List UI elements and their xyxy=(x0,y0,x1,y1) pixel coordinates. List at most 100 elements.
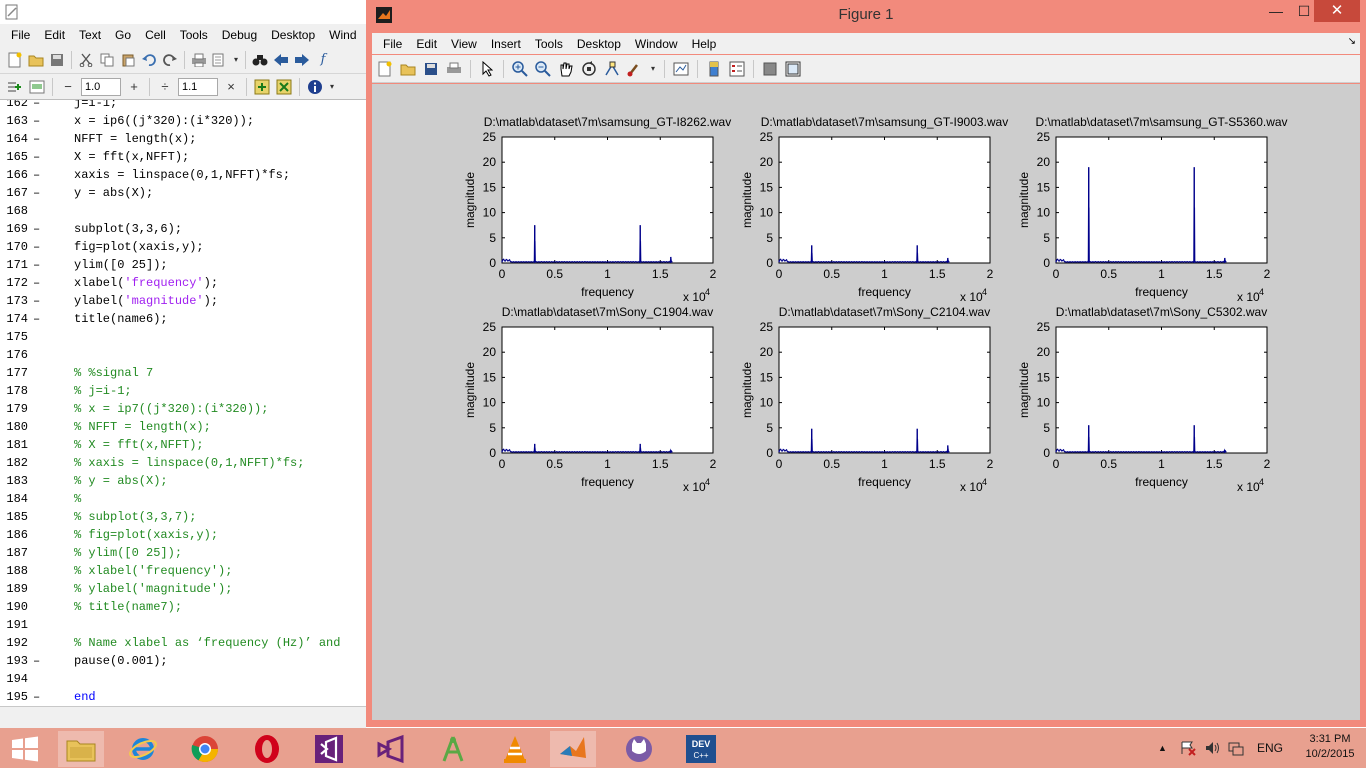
code-line[interactable]: 192 % Name xlabel as ‘frequency (Hz)’ and xyxy=(0,634,366,652)
matlab-icon[interactable] xyxy=(550,731,596,767)
code-line[interactable]: 174– title(name6); xyxy=(0,310,366,328)
editor-menu-text[interactable]: Text xyxy=(72,24,108,46)
save-icon[interactable] xyxy=(48,51,66,69)
code-line[interactable]: 187 % ylim([0 25]); xyxy=(0,544,366,562)
breakpoint-marker[interactable]: – xyxy=(33,166,40,184)
breakpoint-marker[interactable]: – xyxy=(33,220,40,238)
legend-icon[interactable] xyxy=(728,60,746,78)
code-line[interactable]: 178 % j=i-1; xyxy=(0,382,366,400)
code-line[interactable]: 180 % NFFT = length(x); xyxy=(0,418,366,436)
figure-menu-desktop[interactable]: Desktop xyxy=(570,33,628,55)
minus-icon[interactable]: − xyxy=(59,78,77,96)
figure-menu-help[interactable]: Help xyxy=(685,33,724,55)
chevron-down-icon[interactable]: ▾ xyxy=(232,51,240,69)
code-line[interactable]: 186 % fig=plot(xaxis,y); xyxy=(0,526,366,544)
chevron-down-icon[interactable]: ▾ xyxy=(328,78,336,96)
rotate-3d-icon[interactable] xyxy=(580,60,598,78)
cell-mode-alt-icon[interactable] xyxy=(275,78,293,96)
code-line[interactable]: 191 xyxy=(0,616,366,634)
start-icon[interactable] xyxy=(2,731,48,767)
visual-studio-icon[interactable] xyxy=(306,731,352,767)
zoom-in-icon[interactable] xyxy=(511,60,529,78)
close-icon[interactable]: ✕ xyxy=(1314,0,1360,22)
code-line[interactable]: 169– subplot(3,3,6); xyxy=(0,220,366,238)
breakpoint-marker[interactable]: – xyxy=(33,100,40,112)
code-line[interactable]: 167– y = abs(X); xyxy=(0,184,366,202)
editor-menu-cell[interactable]: Cell xyxy=(138,24,173,46)
editor-menu-wind[interactable]: Wind xyxy=(322,24,363,46)
editor-menu-tools[interactable]: Tools xyxy=(173,24,215,46)
code-line[interactable]: 183 % y = abs(X); xyxy=(0,472,366,490)
evaluate-cell-icon[interactable] xyxy=(28,78,46,96)
breakpoint-marker[interactable]: – xyxy=(33,130,40,148)
code-line[interactable]: 181 % X = fft(x,NFFT); xyxy=(0,436,366,454)
breakpoint-marker[interactable]: – xyxy=(33,688,40,706)
code-line[interactable]: 185 % subplot(3,3,7); xyxy=(0,508,366,526)
link-plot-icon[interactable] xyxy=(672,60,690,78)
figure-menu-tools[interactable]: Tools xyxy=(528,33,570,55)
zoom-out-icon[interactable] xyxy=(534,60,552,78)
volume-icon[interactable] xyxy=(1204,728,1220,768)
save-icon[interactable] xyxy=(422,60,440,78)
code-line[interactable]: 173– ylabel('magnitude'); xyxy=(0,292,366,310)
breakpoint-marker[interactable]: – xyxy=(33,184,40,202)
editor-menu-file[interactable]: File xyxy=(4,24,37,46)
code-line[interactable]: 168 xyxy=(0,202,366,220)
code-line[interactable]: 172– xlabel('frequency'); xyxy=(0,274,366,292)
internet-explorer-icon[interactable] xyxy=(120,731,166,767)
figure-menu-view[interactable]: View xyxy=(444,33,484,55)
menubar-dock-icon[interactable]: ↘ xyxy=(1348,36,1356,47)
redo-icon[interactable] xyxy=(161,51,179,69)
breakpoint-marker[interactable]: – xyxy=(33,256,40,274)
open-folder-icon[interactable] xyxy=(399,60,417,78)
breakpoint-marker[interactable]: – xyxy=(33,238,40,256)
vlc-icon[interactable] xyxy=(492,731,538,767)
brush-icon[interactable] xyxy=(626,60,644,78)
code-line[interactable]: 163– x = ip6((j*320):(i*320)); xyxy=(0,112,366,130)
action-center-icon[interactable] xyxy=(1180,728,1196,768)
editor-menu-desktop[interactable]: Desktop xyxy=(264,24,322,46)
maximize-icon[interactable]: ☐ xyxy=(1294,0,1314,24)
print-icon[interactable] xyxy=(190,51,208,69)
new-file-icon[interactable] xyxy=(6,51,24,69)
clock[interactable]: 3:31 PM 10/2/2015 xyxy=(1300,732,1360,762)
multiply-icon[interactable]: × xyxy=(222,78,240,96)
file-explorer-icon[interactable] xyxy=(58,731,104,767)
colorbar-icon[interactable] xyxy=(705,60,723,78)
code-line[interactable]: 162– j=i-1; xyxy=(0,100,366,112)
opera-icon[interactable] xyxy=(244,731,290,767)
devcpp-icon[interactable]: DEV C++ xyxy=(678,731,724,767)
chevron-down-icon[interactable]: ▾ xyxy=(649,60,657,78)
network-icon[interactable] xyxy=(1228,728,1244,768)
android-studio-icon[interactable] xyxy=(430,731,476,767)
insert-cell-icon[interactable] xyxy=(6,78,24,96)
figure-titlebar[interactable]: Figure 1 — ☐ ✕ xyxy=(366,0,1366,30)
plus-icon[interactable]: + xyxy=(125,78,143,96)
code-line[interactable]: 184% xyxy=(0,490,366,508)
code-line[interactable]: 179 % x = ip7((j*320):(i*320)); xyxy=(0,400,366,418)
figure-menu-edit[interactable]: Edit xyxy=(409,33,444,55)
figure-menu-file[interactable]: File xyxy=(376,33,409,55)
code-editor[interactable]: 162– j=i-1; 163– x = ip6((j*320):(i*320)); 1… xyxy=(0,100,366,706)
data-cursor-icon[interactable] xyxy=(603,60,621,78)
code-line[interactable]: 176 xyxy=(0,346,366,364)
tray-overflow-icon[interactable]: ▲ xyxy=(1158,728,1167,768)
select-arrow-icon[interactable] xyxy=(478,60,496,78)
breakpoint-marker[interactable]: – xyxy=(33,148,40,166)
editor-menu-debug[interactable]: Debug xyxy=(215,24,264,46)
info-icon[interactable] xyxy=(306,78,324,96)
cell-mode-icon[interactable] xyxy=(253,78,271,96)
breakpoint-marker[interactable]: – xyxy=(33,652,40,670)
breakpoint-marker[interactable]: – xyxy=(33,292,40,310)
code-line[interactable]: 194 xyxy=(0,670,366,688)
arrow-right-icon[interactable] xyxy=(293,51,311,69)
figure-menu-window[interactable]: Window xyxy=(628,33,685,55)
code-line[interactable]: 195– end xyxy=(0,688,366,706)
cut-icon[interactable] xyxy=(77,51,95,69)
figure-menu-insert[interactable]: Insert xyxy=(484,33,528,55)
code-line[interactable]: 189 % ylabel('magnitude'); xyxy=(0,580,366,598)
pan-icon[interactable] xyxy=(557,60,575,78)
paste-icon[interactable] xyxy=(119,51,137,69)
code-line[interactable]: 193– pause(0.001); xyxy=(0,652,366,670)
code-line[interactable]: 182 % xaxis = linspace(0,1,NFFT)*fs; xyxy=(0,454,366,472)
